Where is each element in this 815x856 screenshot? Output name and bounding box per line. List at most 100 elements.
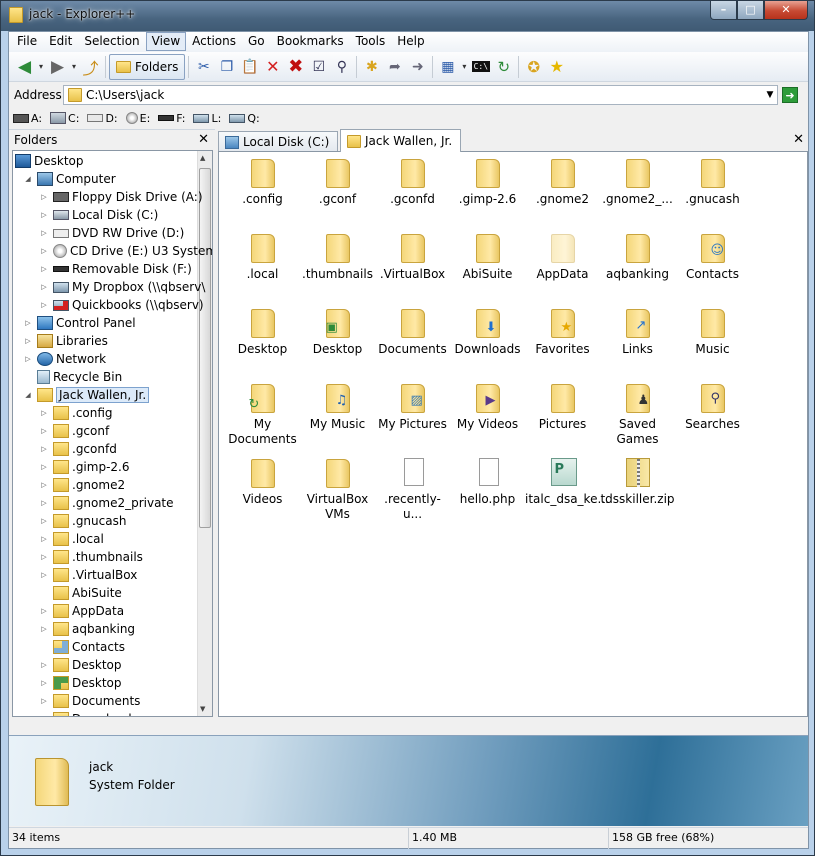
- tree-item[interactable]: ▷ Removable Disk (F:): [39, 260, 192, 278]
- new-folder-icon[interactable]: ✱: [360, 55, 383, 78]
- tree-expand-icon[interactable]: ▷: [39, 697, 49, 705]
- file-item[interactable]: .gnome2_...: [600, 156, 675, 207]
- tree-item[interactable]: ▷ Network: [23, 350, 106, 368]
- up-folder-icon[interactable]: ⤴: [79, 55, 102, 78]
- tree-item[interactable]: ▷ .gconf: [39, 422, 109, 440]
- menu-tools[interactable]: Tools: [350, 32, 392, 51]
- tree-expand-icon[interactable]: ▷: [39, 409, 49, 417]
- file-item[interactable]: .gconf: [300, 156, 375, 207]
- file-item[interactable]: aqbanking: [600, 231, 675, 282]
- tree-expand-icon[interactable]: ▷: [39, 535, 49, 543]
- menu-actions[interactable]: Actions: [186, 32, 242, 51]
- properties-icon[interactable]: ☑: [307, 55, 330, 78]
- drive-button-local-drive[interactable]: C:: [50, 112, 79, 125]
- address-input[interactable]: C:\Users\jack ▼: [63, 85, 778, 105]
- file-item[interactable]: Pictures: [525, 381, 600, 432]
- file-item[interactable]: ↗ Links: [600, 306, 675, 357]
- file-item[interactable]: .config: [225, 156, 300, 207]
- tree-item[interactable]: ▷ Desktop: [39, 674, 122, 692]
- file-item[interactable]: ▣ Desktop: [300, 306, 375, 357]
- drive-button-removable-drive[interactable]: F:: [158, 112, 185, 125]
- menu-bookmarks[interactable]: Bookmarks: [271, 32, 350, 51]
- folder-tree[interactable]: ▲ ▼ Desktop ◢ Computer ▷ Floppy Disk Drive (…: [12, 150, 213, 717]
- copy-icon[interactable]: ❐: [215, 55, 238, 78]
- tree-expand-icon[interactable]: ▷: [23, 337, 33, 345]
- menu-view[interactable]: View: [145, 32, 187, 51]
- tree-expand-icon[interactable]: ▷: [39, 553, 49, 561]
- views-dropdown[interactable]: ▾: [459, 62, 469, 71]
- tree-item[interactable]: ▷ .VirtualBox: [39, 566, 137, 584]
- file-item[interactable]: tdsskiller.zip: [600, 456, 675, 507]
- drive-button-network-drive-q[interactable]: Q:: [229, 112, 260, 125]
- tree-collapse-icon[interactable]: ◢: [23, 391, 33, 399]
- file-item[interactable]: ▶ My Videos: [450, 381, 525, 432]
- move-to-icon[interactable]: ➜: [406, 55, 429, 78]
- back-history-dropdown[interactable]: ▾: [36, 62, 46, 71]
- drive-button-cd-drive[interactable]: E:: [125, 112, 150, 125]
- menu-edit[interactable]: Edit: [43, 32, 78, 51]
- tree-expand-icon[interactable]: ▷: [39, 481, 49, 489]
- tree-expand-icon[interactable]: ▷: [39, 193, 49, 201]
- tree-item[interactable]: ◢ Computer: [23, 170, 116, 188]
- tree-item[interactable]: ▷ CD Drive (E:) U3 System: [39, 242, 212, 260]
- chevron-down-icon[interactable]: ▼: [763, 90, 777, 100]
- forward-icon[interactable]: ▶: [46, 55, 69, 78]
- tree-expand-icon[interactable]: ▷: [39, 301, 49, 309]
- refresh-icon[interactable]: ↻: [492, 55, 515, 78]
- tree-item[interactable]: Desktop: [15, 152, 84, 170]
- menu-file[interactable]: File: [11, 32, 43, 51]
- tree-item[interactable]: ▷ Documents: [39, 692, 140, 710]
- file-item[interactable]: ⚲ Searches: [675, 381, 750, 432]
- tree-item[interactable]: ▷ Local Disk (C:): [39, 206, 158, 224]
- scroll-down-icon[interactable]: ▼: [200, 705, 205, 713]
- file-item[interactable]: VirtualBox VMs: [300, 456, 375, 522]
- add-bookmark-icon[interactable]: ✪: [522, 55, 545, 78]
- tree-expand-icon[interactable]: ▷: [39, 499, 49, 507]
- folders-button[interactable]: Folders: [109, 53, 186, 80]
- tree-item[interactable]: ▷ Libraries: [23, 332, 108, 350]
- drive-button-network-drive-l[interactable]: L:: [193, 112, 221, 125]
- file-item[interactable]: .local: [225, 231, 300, 282]
- tree-item[interactable]: ▷ .thumbnails: [39, 548, 143, 566]
- tree-item[interactable]: ▷ .gnucash: [39, 512, 126, 530]
- tree-item[interactable]: ▷ .local: [39, 530, 104, 548]
- tree-expand-icon[interactable]: ▷: [39, 625, 49, 633]
- tree-expand-icon[interactable]: ▷: [23, 355, 33, 363]
- tree-item[interactable]: Recycle Bin: [23, 368, 122, 386]
- file-list[interactable]: .config .gconf .gconfd .gimp-2.6 .gnome2 .gno…: [218, 151, 808, 717]
- tree-item[interactable]: ▷ aqbanking: [39, 620, 135, 638]
- tree-expand-icon[interactable]: ▷: [39, 283, 49, 291]
- tree-expand-icon[interactable]: ▷: [39, 517, 49, 525]
- bookmarks-star-icon[interactable]: ★: [545, 55, 568, 78]
- file-item[interactable]: Music: [675, 306, 750, 357]
- maximize-button[interactable]: □: [737, 1, 764, 20]
- file-item[interactable]: italc_dsa_ke...: [525, 456, 609, 507]
- tree-item[interactable]: ▷ Control Panel: [23, 314, 136, 332]
- file-item[interactable]: Videos: [225, 456, 300, 507]
- file-item[interactable]: ↻ My Documents: [225, 381, 300, 447]
- tree-expand-icon[interactable]: ▷: [39, 265, 49, 273]
- tree-item[interactable]: ▷ .gimp-2.6: [39, 458, 130, 476]
- tree-item[interactable]: Contacts: [39, 638, 125, 656]
- menu-selection[interactable]: Selection: [78, 32, 145, 51]
- file-item[interactable]: .gconfd: [375, 156, 450, 207]
- tree-item[interactable]: Downloads: [39, 710, 138, 716]
- tree-item[interactable]: ▷ .gnome2: [39, 476, 125, 494]
- menu-go[interactable]: Go: [242, 32, 271, 51]
- search-icon[interactable]: ⚲: [330, 55, 353, 78]
- drive-button-floppy-drive[interactable]: A:: [13, 112, 42, 125]
- close-button[interactable]: ✕: [764, 1, 808, 20]
- go-arrow-icon[interactable]: ➜: [782, 87, 798, 103]
- tree-scroll-thumb[interactable]: [199, 168, 211, 528]
- tab-local-disk[interactable]: Local Disk (C:): [218, 131, 339, 152]
- tree-item[interactable]: ▷ Desktop: [39, 656, 122, 674]
- menu-help[interactable]: Help: [391, 32, 430, 51]
- tab-jack-wallen[interactable]: Jack Wallen, Jr.: [340, 129, 462, 152]
- file-item[interactable]: Documents: [375, 306, 450, 357]
- tree-expand-icon[interactable]: ▷: [23, 319, 33, 327]
- file-item[interactable]: .thumbnails: [300, 231, 375, 282]
- file-item[interactable]: .gnucash: [675, 156, 750, 207]
- close-tab-icon[interactable]: ✕: [793, 132, 804, 147]
- file-item[interactable]: ☺ Contacts: [675, 231, 750, 282]
- tree-item[interactable]: AbiSuite: [39, 584, 122, 602]
